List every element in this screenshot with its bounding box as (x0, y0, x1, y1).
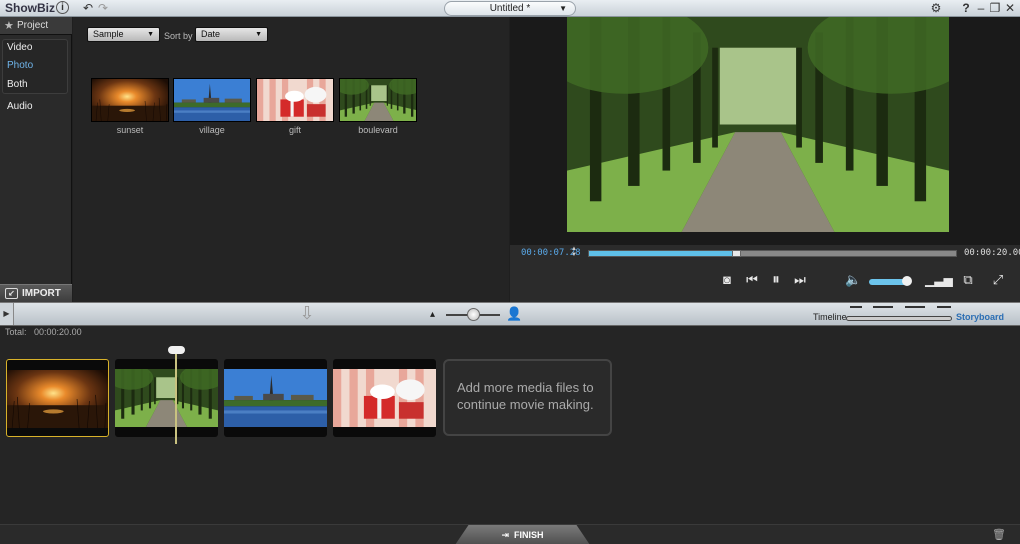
redo-icon[interactable]: ↷ (95, 0, 111, 16)
storyboard-clip-sunset[interactable] (6, 359, 109, 437)
info-icon[interactable]: i (56, 1, 69, 14)
next-frame-icon[interactable]: ⏭ (792, 272, 808, 288)
undo-icon[interactable]: ↶ (80, 0, 96, 16)
expand-panel-icon[interactable]: ▶ (0, 303, 14, 325)
total-label: Total: (5, 327, 27, 337)
app-title: ShowBiz (5, 1, 55, 15)
thumb-label: sunset (116, 125, 144, 135)
source-dropdown[interactable]: Sample ▼ (87, 27, 160, 42)
thumb-label: gift (288, 125, 301, 135)
import-icon: ↙ (5, 288, 18, 299)
trash-icon[interactable]: 🗑 (992, 528, 1006, 541)
progress-handle[interactable] (731, 250, 741, 257)
star-icon: ★ (4, 20, 14, 32)
import-label: IMPORT (22, 288, 61, 299)
library-thumb-boulevard[interactable] (339, 78, 417, 122)
storyboard-clip-village[interactable] (224, 359, 327, 437)
add-media-placeholder[interactable]: Add more media files to continue movie m… (443, 359, 612, 436)
preview-panel: 00:00:07.28 ▲ ▼ 00:00:20.00 ◙ ⏮ ⏸ ⏭ 🔈 ▁▃▅… (510, 17, 1020, 302)
timeline-toolbar: ▶ ⇩ ▴ 👤 Timeline Storyboard (0, 302, 1020, 326)
media-type-panel: ★ Project Video Photo Both Audio ↙ IMPOR… (0, 17, 72, 302)
project-label: Project (17, 20, 49, 31)
add-to-storyboard-icon[interactable]: ⇩ (296, 304, 318, 324)
volume-icon[interactable]: 🔈 (845, 272, 861, 288)
media-library: Sample ▼ Sort by Date ▼ sunset village g… (73, 17, 509, 302)
app-window: ShowBiz i ↶ ↷ Untitled * ▼ ⚙ ? – ❐ ✕ ★ P… (0, 0, 1020, 544)
storyboard-mode-label[interactable]: Storyboard (956, 312, 1004, 322)
title-bar: ShowBiz i ↶ ↷ Untitled * ▼ ⚙ ? – ❐ ✕ (0, 0, 1020, 17)
finish-button[interactable]: ⇥ FINISH (455, 525, 590, 544)
storyboard-clip-gift[interactable] (333, 359, 436, 437)
tab-photo[interactable]: Photo (2, 56, 68, 75)
total-time: 00:00:20.00 (964, 248, 1020, 258)
fullscreen-icon[interactable]: ⤢ (990, 272, 1006, 288)
finish-arrow-icon: ⇥ (501, 530, 509, 540)
thumb-label: boulevard (358, 125, 398, 135)
gear-icon[interactable]: ⚙ (928, 0, 944, 16)
chevron-down-icon: ▼ (559, 4, 567, 13)
tab-video[interactable]: Video (2, 38, 68, 57)
playhead-line (175, 348, 177, 444)
total-duration: Total: 00:00:20.00 (5, 327, 82, 337)
view-mode-slider[interactable] (846, 316, 952, 321)
chevron-down-icon: ▼ (147, 31, 154, 38)
help-icon[interactable]: ? (958, 0, 974, 16)
project-title-dropdown[interactable]: Untitled * ▼ (444, 1, 576, 16)
mode-indicator (905, 306, 925, 308)
progress-row: 00:00:07.28 ▲ ▼ 00:00:20.00 (510, 245, 1020, 263)
time-spinner-icon[interactable]: ▲ ▼ (571, 246, 577, 258)
bottom-bar: ⇥ FINISH 🗑 (0, 524, 1020, 544)
restore-icon[interactable]: ❐ (987, 0, 1003, 16)
storyboard-area: Total: 00:00:20.00 Add more media files … (0, 326, 1020, 524)
player-controls: ◙ ⏮ ⏸ ⏭ 🔈 ▁▃▅ ⧉ ⤢ (510, 263, 1020, 302)
pause-icon[interactable]: ⏸ (768, 272, 784, 288)
project-title: Untitled * (489, 3, 531, 14)
volume-handle[interactable] (902, 276, 912, 286)
playhead-handle[interactable] (168, 346, 185, 354)
tab-audio[interactable]: Audio (2, 97, 68, 116)
mode-indicator (873, 306, 893, 308)
import-button[interactable]: ↙ IMPORT (0, 284, 72, 302)
pip-icon[interactable]: ⧉ (960, 272, 976, 288)
total-time: 00:00:20.00 (34, 327, 82, 337)
tab-both[interactable]: Both (2, 75, 68, 94)
snapshot-icon[interactable]: ◙ (719, 272, 735, 288)
project-header[interactable]: ★ Project (0, 17, 72, 35)
video-preview[interactable] (567, 17, 949, 232)
timeline-mode-label[interactable]: Timeline (813, 312, 847, 322)
source-value: Sample (93, 29, 124, 39)
mode-indicator (850, 306, 862, 308)
audio-levels-icon[interactable]: ▁▃▅ (925, 272, 953, 288)
progress-slider[interactable] (588, 250, 957, 257)
progress-fill (589, 251, 736, 256)
library-thumb-sunset[interactable] (91, 78, 169, 122)
library-thumb-gift[interactable] (256, 78, 334, 122)
sort-value: Date (201, 29, 221, 39)
thumbnail-zoom-handle[interactable] (467, 308, 480, 321)
zoom-out-icon[interactable]: ▴ (430, 309, 435, 320)
library-thumb-village[interactable] (173, 78, 251, 122)
zoom-in-icon[interactable]: 👤 (506, 306, 522, 322)
storyboard-clip-boulevard[interactable] (115, 359, 218, 437)
sort-dropdown[interactable]: Date ▼ (195, 27, 268, 42)
thumb-label: village (199, 125, 225, 135)
previous-frame-icon[interactable]: ⏮ (744, 272, 760, 288)
mode-indicator (937, 306, 951, 308)
close-icon[interactable]: ✕ (1002, 0, 1018, 16)
chevron-down-icon: ▼ (255, 31, 262, 38)
sort-label: Sort by (164, 31, 193, 41)
finish-label: FINISH (514, 530, 544, 540)
